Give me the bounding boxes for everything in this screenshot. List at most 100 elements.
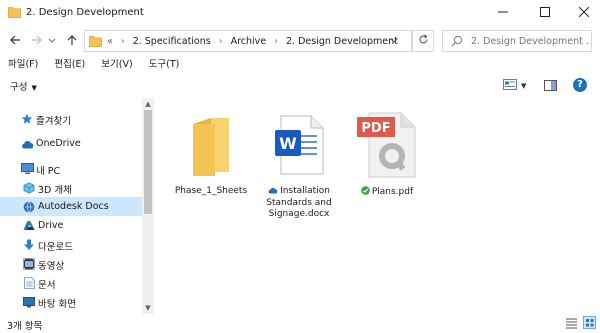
change-view-button[interactable]: ▼ [503, 79, 526, 93]
close-icon [578, 6, 590, 20]
arrow-left-icon [9, 34, 21, 49]
file-name: Plans.pdf [344, 186, 430, 199]
maximize-button[interactable] [526, 0, 564, 26]
sidebar-item-desktop[interactable]: 바탕 화면 [0, 292, 142, 311]
synced-check-icon [361, 186, 370, 199]
address-bar[interactable]: « › 2. Specifications › Archive › 2. Des… [84, 30, 412, 52]
breadcrumb-separator: › [274, 36, 278, 47]
3d-objects-icon [22, 181, 36, 195]
breadcrumb-item[interactable]: Archive [231, 36, 267, 47]
window-title: 2. Design Development [26, 7, 144, 18]
back-button[interactable] [6, 32, 24, 50]
search-icon [451, 35, 463, 50]
arrow-up-icon [66, 34, 78, 49]
breadcrumb-separator: › [120, 36, 125, 47]
pdf-file-icon: PDF [344, 106, 430, 184]
forward-button[interactable] [28, 32, 46, 50]
navigation-pane: 즐겨찾기 OneDrive 내 PC 3D 개체 Autodesk Docs D… [0, 98, 154, 314]
breadcrumb: « › 2. Specifications › Archive › 2. Des… [107, 36, 398, 47]
drive-icon [22, 219, 36, 233]
sidebar-item-favorites[interactable]: 즐겨찾기 [0, 109, 142, 128]
file-list: Phase_1_Sheets W Installation Standards … [160, 98, 600, 314]
sidebar-scrollbar[interactable]: ▲ ▼ [142, 98, 154, 314]
sidebar-item-label: 문서 [38, 280, 56, 291]
folder-icon [8, 6, 21, 21]
up-button[interactable] [63, 32, 81, 50]
command-bar: 구성 ▼ ▼ ? [0, 75, 600, 97]
sidebar-item-drive[interactable]: Drive [0, 216, 142, 235]
sidebar-item-label: 즐겨찾기 [36, 116, 71, 127]
scroll-up-arrow-icon[interactable]: ▲ [142, 98, 154, 110]
menu-edit[interactable]: 편집(E) [46, 57, 93, 73]
view-icon [503, 79, 517, 93]
svg-text:W: W [279, 134, 297, 153]
maximize-icon [540, 6, 550, 20]
address-dropdown-button[interactable] [386, 30, 402, 52]
sidebar-item-label: 바탕 화면 [38, 299, 76, 310]
title-bar: 2. Design Development [0, 0, 600, 26]
large-icons-view-icon[interactable] [583, 316, 596, 329]
breadcrumb-separator: › [218, 36, 223, 47]
sidebar-item-label: 동영상 [38, 261, 65, 272]
file-item[interactable]: PDF Plans.pdf [344, 106, 430, 199]
chevron-down-icon [48, 36, 56, 47]
breadcrumb-overflow[interactable]: « [107, 36, 113, 47]
close-button[interactable] [565, 0, 600, 26]
search-input[interactable] [471, 34, 589, 49]
refresh-button[interactable] [412, 30, 434, 52]
sidebar-item-autodesk-docs[interactable]: Autodesk Docs [0, 197, 142, 216]
caret-down-icon: ▼ [521, 82, 527, 90]
cloud-icon [20, 137, 34, 151]
menu-view[interactable]: 보기(V) [93, 57, 140, 73]
details-view-icon[interactable] [565, 317, 578, 332]
sidebar-item-label: Autodesk Docs [38, 201, 109, 212]
organize-button[interactable]: 구성 ▼ [10, 79, 37, 93]
address-row: « › 2. Specifications › Archive › 2. Des… [0, 26, 600, 56]
sidebar-item-onedrive[interactable]: OneDrive [0, 134, 142, 153]
breadcrumb-item[interactable]: 2. Specifications [133, 36, 211, 47]
star-icon [20, 112, 34, 126]
sidebar-item-label: 내 PC [36, 166, 61, 177]
video-icon [22, 257, 36, 271]
preview-pane-icon [544, 80, 557, 94]
folder-icon [89, 35, 102, 50]
file-name: Installation Standards and Signage.docx [266, 186, 332, 219]
item-count: 3개 항목 [7, 321, 43, 332]
sidebar-item-label: 3D 개체 [38, 185, 72, 196]
menu-tools[interactable]: 도구(T) [141, 57, 188, 73]
breadcrumb-item[interactable]: 2. Design Development [286, 36, 398, 47]
folder-icon [168, 106, 254, 184]
chevron-down-icon [390, 36, 398, 47]
autodesk-docs-icon [22, 200, 36, 214]
sidebar-item-videos[interactable]: 동영상 [0, 254, 142, 273]
scrollbar-thumb[interactable] [144, 110, 152, 214]
caret-down-icon: ▼ [31, 84, 37, 92]
minimize-button[interactable] [484, 0, 522, 26]
document-icon [22, 276, 36, 290]
sidebar-item-label: Drive [38, 220, 64, 231]
sidebar-item-this-pc[interactable]: 내 PC [0, 159, 142, 178]
organize-label: 구성 [10, 82, 28, 93]
search-box[interactable] [442, 30, 592, 52]
download-icon [22, 238, 36, 252]
minimize-icon [498, 7, 508, 20]
menu-file[interactable]: 파일(F) [0, 57, 46, 73]
preview-pane-button[interactable] [544, 80, 557, 94]
pc-icon [20, 162, 34, 176]
scroll-down-arrow-icon[interactable]: ▼ [142, 302, 154, 314]
file-item[interactable]: Phase_1_Sheets [168, 106, 254, 197]
sidebar-item-downloads[interactable]: 다운로드 [0, 235, 142, 254]
file-item[interactable]: W Installation Standards and Signage.doc… [256, 106, 342, 220]
cloud-icon [268, 187, 278, 198]
svg-text:PDF: PDF [361, 121, 390, 136]
sidebar-item-3d-objects[interactable]: 3D 개체 [0, 178, 142, 197]
arrow-right-icon [31, 34, 43, 49]
refresh-icon [418, 34, 429, 48]
sidebar-item-label: 다운로드 [38, 242, 73, 253]
status-bar: 3개 항목 [0, 314, 600, 333]
recent-locations-button[interactable] [46, 32, 58, 50]
word-document-icon: W [256, 106, 342, 184]
sidebar-item-documents[interactable]: 문서 [0, 273, 142, 292]
help-button[interactable]: ? [573, 78, 587, 92]
sidebar-item-label: OneDrive [36, 138, 81, 149]
